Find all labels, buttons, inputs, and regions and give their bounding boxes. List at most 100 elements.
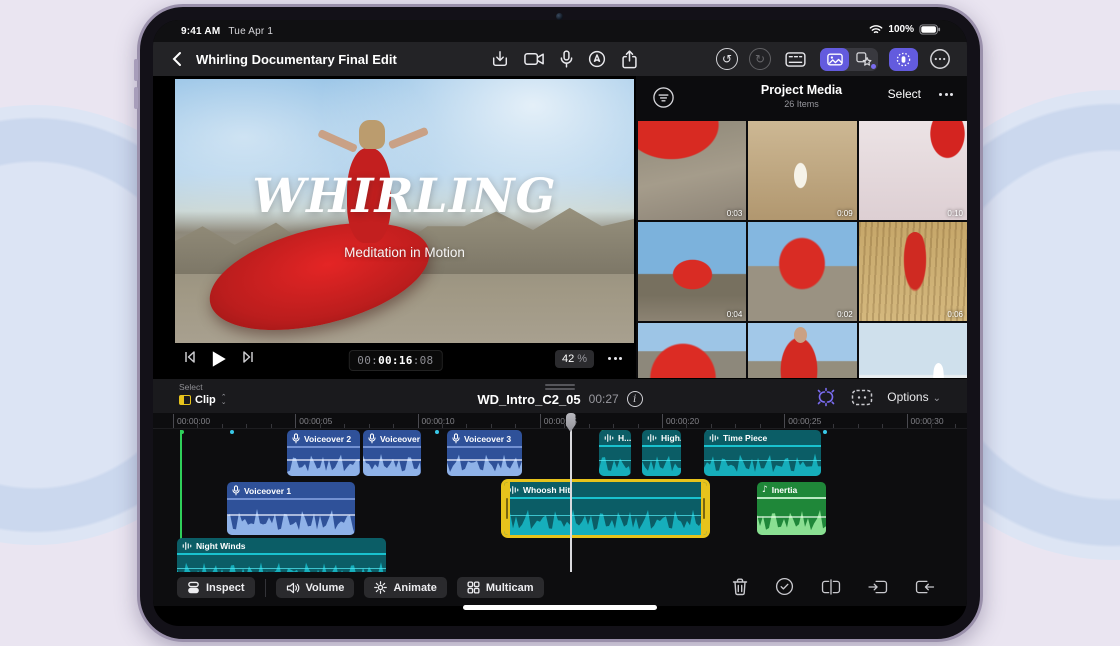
animate-button[interactable]: Animate (364, 577, 446, 598)
clip-marker[interactable] (230, 430, 234, 434)
blade-split-icon[interactable] (821, 579, 841, 595)
volume-down-button (134, 87, 138, 109)
clip-volume-line[interactable] (363, 459, 421, 461)
trim-handle-left[interactable] (504, 482, 510, 535)
project-title: Whirling Documentary Final Edit (196, 52, 397, 67)
magnetic-timeline-icon[interactable] (815, 387, 837, 407)
timeline-clip[interactable]: Whoosh Hit (504, 482, 707, 535)
inspector-icon (187, 581, 200, 594)
clip-volume-line[interactable] (177, 568, 386, 570)
wave-icon (182, 541, 192, 551)
media-thumbnail[interactable]: 0:10 (859, 121, 967, 220)
media-thumbnail[interactable]: 0:04 (638, 222, 746, 321)
play-icon[interactable] (211, 350, 227, 368)
panel-drag-handle[interactable] (545, 384, 575, 386)
jog-wheel-toggle-icon[interactable] (889, 48, 918, 71)
timeline-ruler[interactable]: 00:00:0000:00:0500:00:1000:00:1500:00:20… (153, 413, 967, 429)
media-panel-header: Project Media 26 Items Select (636, 76, 967, 121)
media-thumbnail[interactable] (638, 323, 746, 378)
clip-header: High... (642, 430, 681, 445)
ruler-tick (613, 424, 614, 428)
status-date: Tue Apr 1 (228, 26, 273, 37)
trim-handle-right[interactable] (701, 482, 707, 535)
connect-overlay-icon[interactable] (851, 389, 873, 406)
clip-marker[interactable] (180, 430, 184, 434)
wave-icon (647, 433, 657, 443)
timeline-clip[interactable]: H... (599, 430, 631, 476)
media-more-icon[interactable] (939, 93, 953, 96)
ruler-tick (173, 414, 174, 428)
timeline-clip[interactable]: Night Winds (177, 538, 386, 572)
media-thumbnail[interactable]: 0:02 (748, 222, 856, 321)
stage: 9:41 AMTue Apr 1 100% Whirling Documenta… (0, 0, 1120, 646)
media-thumbnail[interactable] (748, 323, 856, 378)
clip-volume-line[interactable] (704, 460, 821, 462)
clip-volume-line[interactable] (757, 516, 826, 518)
timeline-clip[interactable]: Voiceover 3 (447, 430, 522, 476)
options-button[interactable]: Options⌄ (887, 390, 941, 404)
clip-volume-line[interactable] (642, 460, 681, 462)
skip-to-end-icon[interactable] (241, 350, 255, 364)
volume-button[interactable]: Volume (276, 578, 355, 598)
keyboard-icon[interactable] (785, 52, 806, 67)
timeline-clip[interactable]: Voiceover 2 (363, 430, 421, 476)
multicam-button[interactable]: Multicam (457, 577, 544, 598)
ruler-tick (295, 414, 296, 428)
timeline-clip[interactable]: High... (642, 430, 681, 476)
screen: 9:41 AMTue Apr 1 100% Whirling Documenta… (153, 20, 967, 626)
clip-marker[interactable] (823, 430, 827, 434)
timeline-clip[interactable]: Voiceover 2 (287, 430, 360, 476)
clip-volume-line[interactable] (599, 460, 631, 462)
inspect-button[interactable]: Inspect (177, 577, 255, 598)
clip-marker[interactable] (435, 430, 439, 434)
media-thumbnail[interactable]: 0:06 (859, 222, 967, 321)
microphone-icon[interactable] (560, 50, 573, 68)
ruler-tick (760, 424, 761, 428)
ipad-device-frame: 9:41 AMTue Apr 1 100% Whirling Documenta… (137, 4, 983, 642)
back-icon[interactable] (171, 51, 182, 67)
ruler-tick (515, 424, 516, 428)
dervish-skirt (199, 204, 440, 343)
home-indicator[interactable] (463, 605, 657, 610)
project-media-panel: Project Media 26 Items Select 0:03 0:09 … (634, 76, 967, 378)
clip-waveform (757, 499, 826, 536)
viewer-more-icon[interactable] (608, 357, 622, 360)
undo-icon[interactable]: ↺ (716, 48, 738, 70)
battery-icon (919, 24, 941, 35)
insert-clip-icon[interactable] (868, 579, 888, 595)
camera-icon[interactable] (524, 51, 545, 67)
effects-browser-icon[interactable] (849, 48, 878, 71)
media-thumbnail[interactable]: 0:09 (748, 121, 856, 220)
share-icon[interactable] (621, 50, 638, 69)
clip-volume-line[interactable] (504, 515, 707, 517)
viewer-zoom-level[interactable]: 42% (555, 350, 594, 368)
playhead[interactable] (570, 413, 572, 572)
select-button[interactable]: Select (888, 87, 921, 101)
annotate-icon[interactable] (588, 50, 606, 68)
timeline-clip[interactable]: Time Piece (704, 430, 821, 476)
clip-header: Time Piece (704, 430, 821, 445)
timeline-clip[interactable]: Voiceover 1 (227, 482, 355, 535)
append-clip-icon[interactable] (915, 579, 935, 595)
playhead-handle[interactable] (566, 413, 576, 432)
timeline[interactable]: 00:00:0000:00:0500:00:1000:00:1500:00:20… (153, 413, 967, 572)
clip-volume-line[interactable] (447, 459, 522, 461)
ruler-tick (711, 424, 712, 428)
media-thumbnail[interactable]: 0:03 (638, 121, 746, 220)
skip-to-start-icon[interactable] (183, 350, 197, 364)
media-browser-icon[interactable] (820, 48, 849, 71)
import-icon[interactable] (491, 50, 509, 68)
clip-volume-line[interactable] (227, 514, 355, 516)
clip-volume-line[interactable] (287, 459, 360, 461)
volume-up-button (134, 59, 138, 81)
timecode-display[interactable]: 00:00:16:08 (348, 350, 442, 371)
timeline-clip[interactable]: ♪Inertia (757, 482, 826, 535)
clip-header: Whoosh Hit (504, 482, 707, 497)
more-circle-icon[interactable] (929, 48, 951, 70)
video-preview[interactable]: WHIRLING Meditation in Motion (175, 79, 634, 343)
trash-icon[interactable] (732, 578, 748, 596)
check-circle-icon[interactable] (775, 577, 794, 596)
media-thumbnail[interactable] (859, 323, 967, 378)
clip-info-icon[interactable]: i (627, 391, 643, 407)
ruler-label: 00:00:00 (177, 416, 210, 426)
